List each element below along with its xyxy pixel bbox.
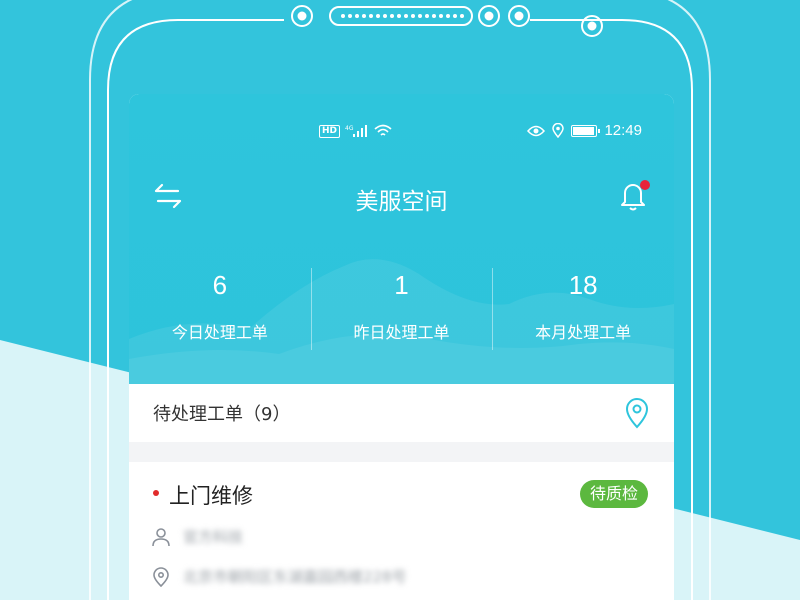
wifi-icon xyxy=(374,124,392,136)
location-pin-icon[interactable] xyxy=(624,397,650,429)
nav-bar: 美服空间 xyxy=(129,174,674,218)
work-order-title: 上门维修 xyxy=(169,484,253,508)
location-status-icon xyxy=(552,123,565,138)
contact-name: 官方科技 xyxy=(183,528,244,546)
signal-icon: 4G xyxy=(345,125,368,137)
address-pin-icon xyxy=(153,566,169,587)
section-divider xyxy=(129,442,674,462)
status-badge: 待质检 xyxy=(579,480,648,508)
hd-badge: HD xyxy=(319,124,341,138)
status-time: 12:49 xyxy=(604,122,642,139)
work-order-card[interactable]: 上门维修 待质检 官方科技 北京市朝阳区东湖嘉园西楼228号 xyxy=(129,462,674,600)
pending-orders-title: 待处理工单（9） xyxy=(153,404,291,425)
stat-label: 今日处理工单 xyxy=(171,323,268,342)
eye-icon xyxy=(527,125,546,136)
battery-fill xyxy=(573,126,594,135)
phone-screen: HD 4G 12:49 美服空间 6 今日处理工单 1 昨日处理工单 18 本月… xyxy=(129,94,674,600)
contact-row: 官方科技 xyxy=(151,526,243,547)
status-left: HD 4G xyxy=(319,124,392,138)
person-icon xyxy=(152,527,170,546)
stat-month[interactable]: 18 本月处理工单 xyxy=(492,266,674,356)
stats-row: 6 今日处理工单 1 昨日处理工单 18 本月处理工单 xyxy=(129,266,674,356)
pending-orders-header[interactable]: 待处理工单（9） xyxy=(129,384,674,442)
priority-dot xyxy=(153,490,159,496)
stat-label: 昨日处理工单 xyxy=(353,323,450,342)
stat-value: 1 xyxy=(394,270,409,300)
address-text: 北京市朝阳区东湖嘉园西楼228号 xyxy=(183,568,407,586)
address-row: 北京市朝阳区东湖嘉园西楼228号 xyxy=(151,566,407,587)
network-text: 4G xyxy=(345,125,354,132)
stat-label: 本月处理工单 xyxy=(535,323,632,342)
status-bar: HD 4G 12:49 xyxy=(129,122,674,146)
battery-icon xyxy=(571,124,601,137)
stat-yesterday[interactable]: 1 昨日处理工单 xyxy=(310,266,493,356)
stat-today[interactable]: 6 今日处理工单 xyxy=(129,266,311,356)
notification-button[interactable] xyxy=(616,178,650,212)
stat-value: 6 xyxy=(212,270,228,300)
status-right: 12:49 xyxy=(527,122,642,139)
notification-dot xyxy=(640,180,650,190)
stat-value: 18 xyxy=(568,270,598,300)
page-title: 美服空间 xyxy=(355,189,448,215)
app-header: HD 4G 12:49 美服空间 6 今日处理工单 1 昨日处理工单 18 本月… xyxy=(129,94,674,384)
